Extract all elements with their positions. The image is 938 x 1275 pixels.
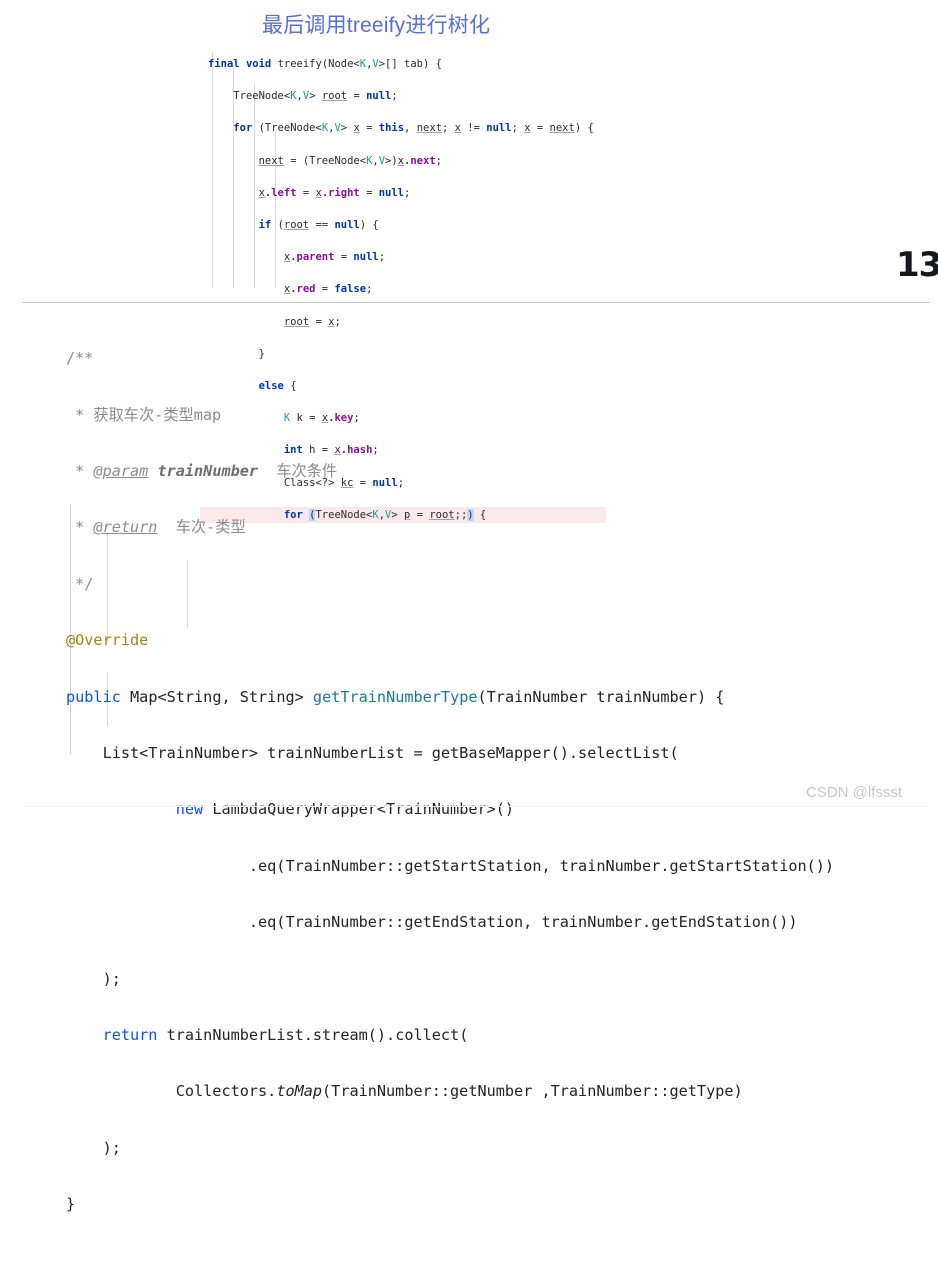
code-line: x.red = false; <box>283 283 373 296</box>
code-line: TreeNode<K,V> root = null; <box>233 90 398 103</box>
code-line-javadoc-return: * @return 车次-类型 <box>66 518 246 537</box>
code-line: x.left = x.right = null; <box>258 186 411 199</box>
code-line-javadoc-open: /** <box>66 344 834 372</box>
javadoc-open-text: /** <box>66 349 94 368</box>
bottom-rule <box>22 806 930 807</box>
code-line-collectors: Collectors.toMap(TrainNumber::getNumber … <box>66 1082 743 1101</box>
return-keyword: return <box>102 1025 158 1044</box>
code-line-eq-start: .eq(TrainNumber::getStartStation, trainN… <box>66 856 835 875</box>
code-line-close-collect: ); <box>66 1138 121 1157</box>
javadoc-param-tag: @param <box>93 461 149 480</box>
code-line: next = (TreeNode<K,V>)x.next; <box>258 154 442 167</box>
signature-params: (TrainNumber trainNumber) { <box>477 687 725 706</box>
override-annotation: @Override <box>66 631 149 650</box>
signature-modifier: public <box>66 687 121 706</box>
javadoc-param-name: trainNumber <box>157 461 259 480</box>
signature-method-name: getTrainNumberType <box>312 687 478 706</box>
page-number-watermark: 13 <box>896 245 938 285</box>
signature-return-type: Map<String, String> <box>130 687 304 706</box>
code-line-javadoc-close: */ <box>66 570 834 598</box>
java-method-code-block: /** * 获取车次-类型map * @param trainNumber 车次… <box>66 316 834 1275</box>
code-line: final void treeify(Node<K,V>[] tab) { <box>208 58 442 71</box>
javadoc-summary-text: * 获取车次-类型map <box>66 405 222 424</box>
code-line-declare-list: List<TrainNumber> trainNumberList = getB… <box>66 743 679 762</box>
javadoc-close-text: */ <box>66 574 94 593</box>
section-title: 最后调用treeify进行树化 <box>262 14 491 37</box>
new-keyword: new <box>175 800 204 819</box>
code-line-return: return trainNumberList.stream().collect( <box>102 1025 469 1044</box>
code-line-eq-end: .eq(TrainNumber::getEndStation, trainNum… <box>66 913 798 932</box>
code-line-new-wrapper: new LambdaQueryWrapper<TrainNumber>() <box>175 800 515 819</box>
code-line-signature: public Map<String, String> getTrainNumbe… <box>66 683 834 711</box>
javadoc-return-tag: @return <box>93 518 158 537</box>
code-line: if (root == null) { <box>258 219 379 232</box>
code-line-javadoc-summary: * 获取车次-类型map <box>66 401 834 429</box>
code-line-annotation: @Override <box>66 626 834 654</box>
javadoc-param-desc: 车次条件 <box>276 461 338 480</box>
treeify-screenshot-panel: 最后调用treeify进行树化 final void treeify(Node<… <box>0 0 938 523</box>
javadoc-return-desc: 车次-类型 <box>175 518 246 537</box>
csdn-credit: CSDN @lfssst <box>806 784 903 801</box>
section-divider <box>22 302 930 303</box>
code-line-javadoc-param: * @param trainNumber 车次条件 <box>66 461 338 480</box>
code-line-method-close: } <box>66 1195 76 1214</box>
code-line-close-select: ); <box>66 969 121 988</box>
code-line: for (TreeNode<K,V> x = this, next; x != … <box>233 122 594 135</box>
code-line: x.parent = null; <box>283 251 386 264</box>
